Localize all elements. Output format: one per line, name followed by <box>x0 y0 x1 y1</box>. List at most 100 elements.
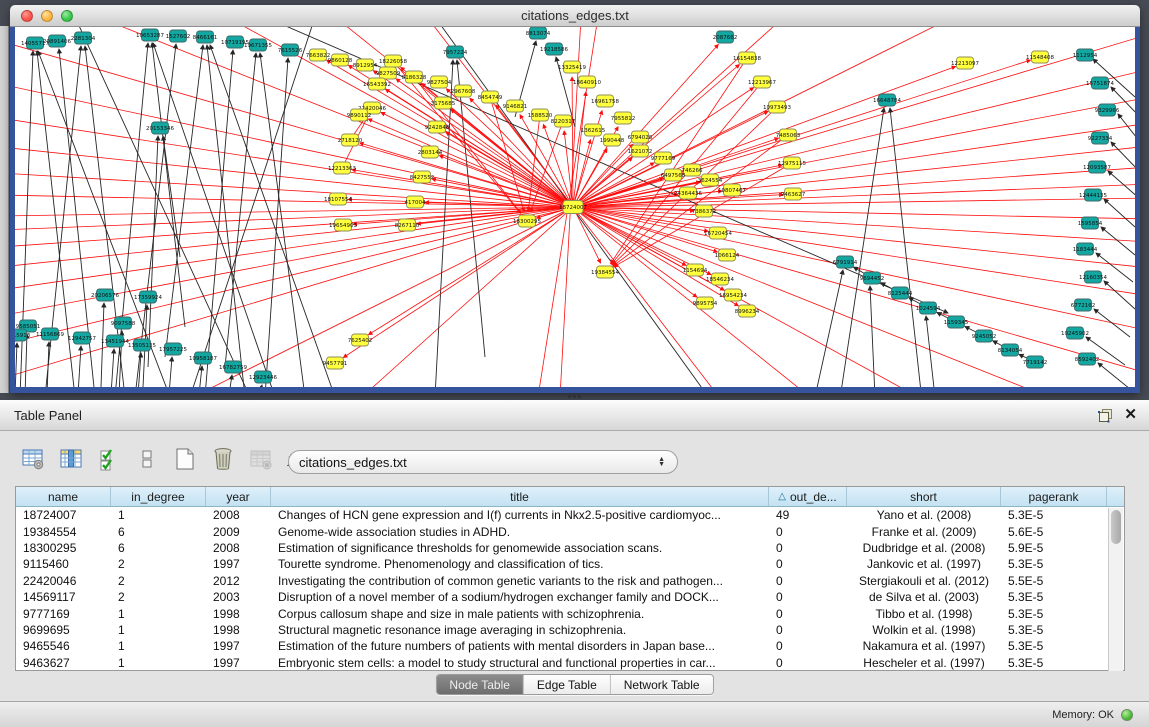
table-cell[interactable]: 2008 <box>206 541 271 555</box>
table-cell[interactable]: 2008 <box>206 508 271 522</box>
table-cell[interactable]: 2 <box>111 574 206 588</box>
table-cell[interactable]: 1 <box>111 656 206 670</box>
table-cell[interactable]: Genome-wide association studies in ADHD. <box>271 525 769 539</box>
table-cell[interactable]: 18300295 <box>16 541 111 555</box>
table-cell[interactable]: 5.3E-5 <box>1001 607 1107 621</box>
table-cell[interactable]: 49 <box>769 508 847 522</box>
table-cell[interactable]: 1997 <box>206 557 271 571</box>
table-cell[interactable]: 9699695 <box>16 623 111 637</box>
table-cell[interactable]: Yano et al. (2008) <box>847 508 1001 522</box>
table-cell[interactable]: 2 <box>111 590 206 604</box>
table-cell[interactable]: 6 <box>111 525 206 539</box>
scrollbar-thumb[interactable] <box>1111 510 1121 544</box>
table-cell[interactable]: Investigating the contribution of common… <box>271 574 769 588</box>
column-header-pagerank[interactable]: pagerank <box>1001 487 1107 506</box>
split-pane-divider[interactable] <box>566 395 582 399</box>
column-header-name[interactable]: name <box>16 487 111 506</box>
table-row[interactable]: 969969511998Structural magnetic resonanc… <box>16 622 1124 638</box>
table-cell[interactable]: 5.3E-5 <box>1001 623 1107 637</box>
delete-rows-icon[interactable] <box>210 446 236 472</box>
table-cell[interactable]: 18724007 <box>16 508 111 522</box>
table-cell[interactable]: 1997 <box>206 639 271 653</box>
table-row[interactable]: 911546021997Tourette syndrome. Phenomeno… <box>16 556 1124 572</box>
table-cell[interactable]: 0 <box>769 639 847 653</box>
table-cell[interactable]: 0 <box>769 541 847 555</box>
table-cell[interactable]: Dudbridge et al. (2008) <box>847 541 1001 555</box>
row-selection-icon[interactable] <box>96 446 122 472</box>
minimize-window-button[interactable] <box>41 10 53 22</box>
table-cell[interactable]: 2009 <box>206 525 271 539</box>
float-panel-icon[interactable] <box>1098 408 1113 428</box>
table-cell[interactable]: 9115460 <box>16 557 111 571</box>
table-cell[interactable]: Franke et al. (2009) <box>847 525 1001 539</box>
table-cell[interactable]: Wolkin et al. (1998) <box>847 623 1001 637</box>
table-cell[interactable]: Corpus callosum shape and size in male p… <box>271 607 769 621</box>
table-cell[interactable]: 5.3E-5 <box>1001 590 1107 604</box>
new-table-icon[interactable] <box>172 446 198 472</box>
table-cell[interactable]: Stergiakouli et al. (2012) <box>847 574 1001 588</box>
table-cell[interactable]: 22420046 <box>16 574 111 588</box>
column-header-in_degree[interactable]: in_degree <box>111 487 206 506</box>
column-header-short[interactable]: short <box>847 487 1001 506</box>
table-cell[interactable]: 6 <box>111 541 206 555</box>
table-cell[interactable]: 1997 <box>206 656 271 670</box>
table-cell[interactable]: 0 <box>769 656 847 670</box>
table-cell[interactable]: Jankovic et al. (1997) <box>847 557 1001 571</box>
vertical-scrollbar[interactable] <box>1108 508 1123 671</box>
table-cell[interactable]: 5.5E-5 <box>1001 574 1107 588</box>
table-cell[interactable]: Hescheler et al. (1997) <box>847 656 1001 670</box>
table-cell[interactable]: 0 <box>769 525 847 539</box>
table-cell[interactable]: 5.3E-5 <box>1001 508 1107 522</box>
table-cell[interactable]: 1998 <box>206 607 271 621</box>
table-cell[interactable]: 5.3E-5 <box>1001 639 1107 653</box>
table-cell[interactable]: Changes of HCN gene expression and I(f) … <box>271 508 769 522</box>
table-cell[interactable]: 5.3E-5 <box>1001 656 1107 670</box>
table-cell[interactable]: 1 <box>111 508 206 522</box>
network-canvas[interactable]: 1872400776638229860128891295418226058982… <box>15 27 1135 387</box>
column-header-title[interactable]: title <box>271 487 769 506</box>
table-cell[interactable]: 0 <box>769 590 847 604</box>
tab-node-table[interactable]: Node Table <box>436 675 524 694</box>
table-settings-icon[interactable] <box>20 446 46 472</box>
table-cell[interactable]: 1 <box>111 639 206 653</box>
table-cell[interactable]: 9465546 <box>16 639 111 653</box>
table-cell[interactable]: 0 <box>769 574 847 588</box>
table-cell[interactable]: Disruption of a novel member of a sodium… <box>271 590 769 604</box>
table-cell[interactable]: 5.9E-5 <box>1001 541 1107 555</box>
table-cell[interactable]: 5.6E-5 <box>1001 525 1107 539</box>
tab-network-table[interactable]: Network Table <box>611 675 713 694</box>
table-cell[interactable]: Structural magnetic resonance image aver… <box>271 623 769 637</box>
table-cell[interactable]: 0 <box>769 607 847 621</box>
table-cell[interactable]: de Silva et al. (2003) <box>847 590 1001 604</box>
table-cell[interactable]: 1998 <box>206 623 271 637</box>
table-cell[interactable]: Tibbo et al. (1998) <box>847 607 1001 621</box>
table-cell[interactable]: Estimation of the future numbers of pati… <box>271 639 769 653</box>
tab-edge-table[interactable]: Edge Table <box>524 675 611 694</box>
table-cell[interactable]: Tourette syndrome. Phenomenology and cla… <box>271 557 769 571</box>
column-header-year[interactable]: year <box>206 487 271 506</box>
table-cell[interactable]: 19384554 <box>16 525 111 539</box>
table-cell[interactable]: 1 <box>111 607 206 621</box>
table-cell[interactable]: 0 <box>769 623 847 637</box>
column-header-out_de[interactable]: △out_de... <box>769 487 847 506</box>
delete-table-icon[interactable] <box>248 446 274 472</box>
table-cell[interactable]: 2 <box>111 557 206 571</box>
table-cell[interactable]: 9463627 <box>16 656 111 670</box>
table-cell[interactable]: 2003 <box>206 590 271 604</box>
table-cell[interactable]: 2012 <box>206 574 271 588</box>
table-row[interactable]: 1938455462009Genome-wide association stu… <box>16 523 1124 539</box>
table-row[interactable]: 1830029562008Estimation of significance … <box>16 540 1124 556</box>
table-cell[interactable]: 1 <box>111 623 206 637</box>
table-cell[interactable]: 0 <box>769 557 847 571</box>
column-visibility-icon[interactable] <box>58 446 84 472</box>
table-cell[interactable]: Embryonic stem cells: a model to study s… <box>271 656 769 670</box>
zoom-window-button[interactable] <box>61 10 73 22</box>
close-panel-icon[interactable]: ✕ <box>1124 405 1137 423</box>
network-view[interactable]: 1872400776638229860128891295418226058982… <box>15 27 1135 387</box>
table-row[interactable]: 946362711997Embryonic stem cells: a mode… <box>16 655 1124 670</box>
table-row[interactable]: 977716911998Corpus callosum shape and si… <box>16 605 1124 621</box>
table-cell[interactable]: Estimation of significance thresholds fo… <box>271 541 769 555</box>
table-row[interactable]: 1872400712008Changes of HCN gene express… <box>16 507 1124 523</box>
table-row[interactable]: 1456911722003Disruption of a novel membe… <box>16 589 1124 605</box>
close-window-button[interactable] <box>21 10 33 22</box>
